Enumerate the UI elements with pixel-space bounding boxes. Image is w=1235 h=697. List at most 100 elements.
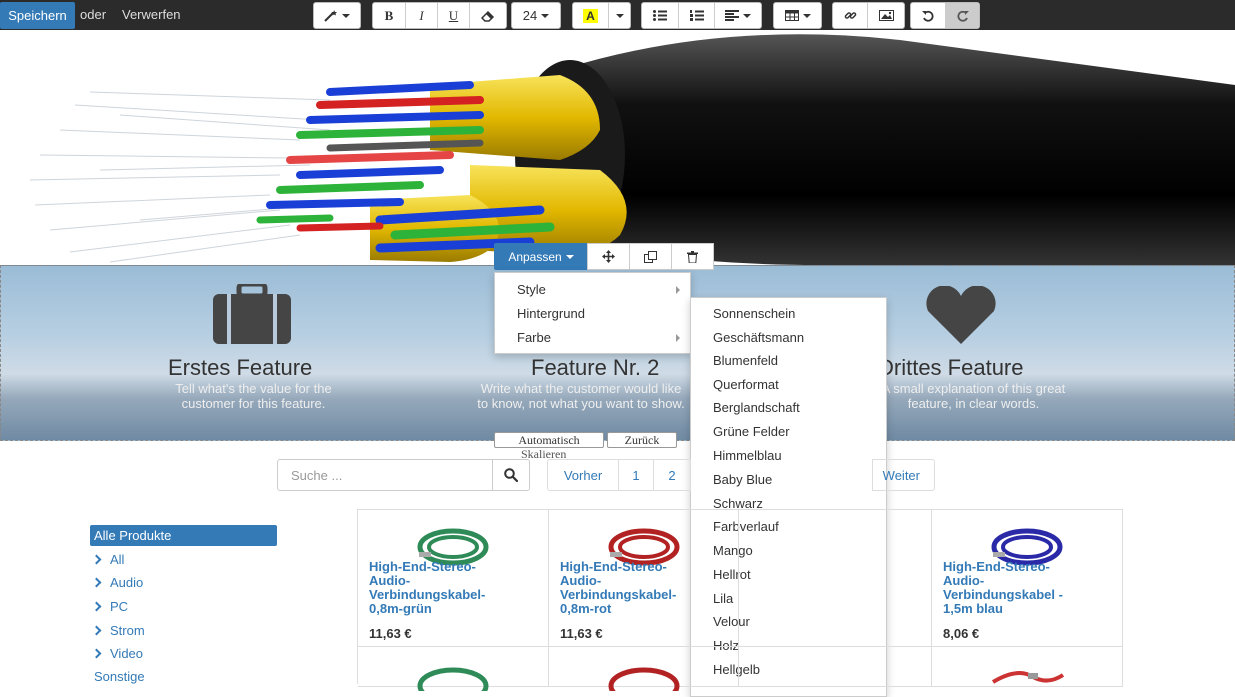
color-letter: A xyxy=(583,8,598,23)
category-all-products[interactable]: Alle Produkte xyxy=(90,525,277,546)
feature-text-1: Tell what's the value for the customer f… xyxy=(175,381,332,411)
italic-button[interactable]: I xyxy=(406,3,438,28)
product-name[interactable]: High-End-Stereo- Audio- Verbindungskabel- 0… xyxy=(560,560,676,616)
submenu-arrow-icon xyxy=(676,334,680,342)
chevron-right-icon xyxy=(91,577,102,588)
category-item[interactable]: Audio xyxy=(91,575,143,590)
magic-wand-icon xyxy=(324,9,337,22)
link-icon xyxy=(844,12,856,19)
bg-option[interactable]: Blumenfeld xyxy=(713,353,778,368)
text-format-group: B I U xyxy=(372,2,507,29)
image-icon xyxy=(878,10,894,21)
eraser-button[interactable] xyxy=(470,3,506,28)
submenu-arrow-icon xyxy=(676,286,680,294)
font-size-dropdown[interactable]: 24 xyxy=(512,3,560,28)
category-item[interactable]: Strom xyxy=(91,623,145,638)
feature-title-2: Feature Nr. 2 xyxy=(531,355,660,380)
bullet-list-button[interactable] xyxy=(642,3,679,28)
copy-icon xyxy=(644,250,657,263)
discard-link[interactable]: Verwerfen xyxy=(122,7,181,22)
eraser-icon xyxy=(481,10,495,22)
font-size-value: 24 xyxy=(522,8,538,23)
customize-menu: Style Hintergrund Farbe xyxy=(494,272,691,354)
move-button[interactable] xyxy=(587,243,630,270)
undo-icon xyxy=(922,10,934,22)
redo-icon xyxy=(956,10,969,22)
feature-text-3: A small explanation of this great featur… xyxy=(881,381,1066,411)
auto-scale-button[interactable]: Automatisch xyxy=(494,432,604,448)
cable-image xyxy=(608,667,680,691)
product-price: 11,63 € xyxy=(369,626,412,641)
product-card[interactable] xyxy=(549,647,739,691)
table-icon xyxy=(784,10,799,21)
editor-toolbar: Speichern oder Verwerfen B I U 24 A xyxy=(0,0,1235,30)
bg-option[interactable]: Himmelblau xyxy=(713,448,782,463)
cable-image xyxy=(417,667,489,691)
customize-label: Anpassen xyxy=(508,249,562,264)
duplicate-button[interactable] xyxy=(629,243,672,270)
back-button[interactable]: Zurück xyxy=(607,432,677,448)
insert-group xyxy=(832,2,905,29)
search-button[interactable] xyxy=(492,459,530,491)
product-grid: High-End-Stereo- Audio- Verbindungskabel- 0… xyxy=(357,509,1123,691)
category-other[interactable]: Sonstige xyxy=(94,669,145,684)
save-button[interactable]: Speichern xyxy=(0,2,75,29)
menu-item-color[interactable]: Farbe xyxy=(517,330,551,345)
text-color-button[interactable]: A xyxy=(573,3,609,28)
align-dropdown[interactable] xyxy=(715,3,761,28)
bg-option[interactable]: Baby Blue xyxy=(713,472,772,487)
category-item[interactable]: Video xyxy=(91,646,143,661)
customize-dropdown[interactable]: Anpassen xyxy=(494,243,588,270)
product-card[interactable] xyxy=(932,647,1123,687)
bullet-list-icon xyxy=(653,10,667,21)
bg-option[interactable]: Querformat xyxy=(713,377,779,392)
feature-title-1: Erstes Feature xyxy=(168,355,313,380)
bg-option[interactable]: Grüne Felder xyxy=(713,424,790,439)
table-group xyxy=(773,2,822,29)
search-input[interactable]: Suche ... xyxy=(277,459,493,491)
magic-style-dropdown[interactable] xyxy=(314,3,360,28)
pagination-next[interactable]: Weiter xyxy=(872,459,935,491)
product-name[interactable]: High-End-Stereo- Audio- Verbindungskabel- 0… xyxy=(369,560,485,616)
product-card[interactable]: High-End-Stereo- Audio- Verbindungskabel- 0… xyxy=(549,510,739,647)
block-toolbar: Anpassen xyxy=(494,243,714,270)
image-button[interactable] xyxy=(868,3,904,28)
feature-title-3: Drittes Feature xyxy=(878,355,1024,380)
table-dropdown[interactable] xyxy=(774,3,821,28)
product-name[interactable]: High-End-Stereo- Audio- Verbindungskabel -… xyxy=(943,560,1063,616)
bg-option[interactable]: Berglandschaft xyxy=(713,400,800,415)
pagination-page-1[interactable]: 1 xyxy=(618,459,654,491)
color-group: A xyxy=(572,2,631,29)
product-card[interactable] xyxy=(739,647,932,687)
menu-item-background[interactable]: Hintergrund xyxy=(517,306,585,321)
product-card[interactable] xyxy=(358,647,549,691)
underline-button[interactable]: U xyxy=(438,3,470,28)
product-card[interactable]: High-End-Stereo- Audio- Verbindungskabel -… xyxy=(932,510,1123,647)
color-dropdown[interactable] xyxy=(609,3,630,28)
product-price: 11,63 € xyxy=(560,626,603,641)
search-icon xyxy=(504,468,518,482)
bg-option[interactable]: Sonnenschein xyxy=(713,306,795,321)
numbered-list-button[interactable] xyxy=(679,3,715,28)
or-label: oder xyxy=(80,7,107,22)
delete-button[interactable] xyxy=(671,243,714,270)
fiber-cable-illustration xyxy=(29,34,1235,265)
bold-button[interactable]: B xyxy=(373,3,406,28)
product-card[interactable]: High-End-Stereo- Audio- Verbindungskabel- 0… xyxy=(358,510,549,647)
product-card[interactable] xyxy=(739,510,932,647)
undo-button[interactable] xyxy=(911,3,946,28)
category-item[interactable]: PC xyxy=(91,599,128,614)
menu-item-style[interactable]: Style xyxy=(517,282,546,297)
numbered-list-icon xyxy=(689,10,704,21)
chevron-right-icon xyxy=(91,601,102,612)
cable-image xyxy=(991,671,1065,684)
pagination-page-2[interactable]: 2 xyxy=(653,459,691,491)
bg-option[interactable]: Geschäftsmann xyxy=(713,330,804,345)
pagination-prev[interactable]: Vorher xyxy=(547,459,619,491)
category-item[interactable]: All xyxy=(91,552,124,567)
redo-button[interactable] xyxy=(946,3,979,28)
link-button[interactable] xyxy=(833,3,868,28)
feature-text-2: Write what the customer would like to kn… xyxy=(477,381,685,411)
hero-image xyxy=(0,30,1235,265)
style-group xyxy=(313,2,361,29)
